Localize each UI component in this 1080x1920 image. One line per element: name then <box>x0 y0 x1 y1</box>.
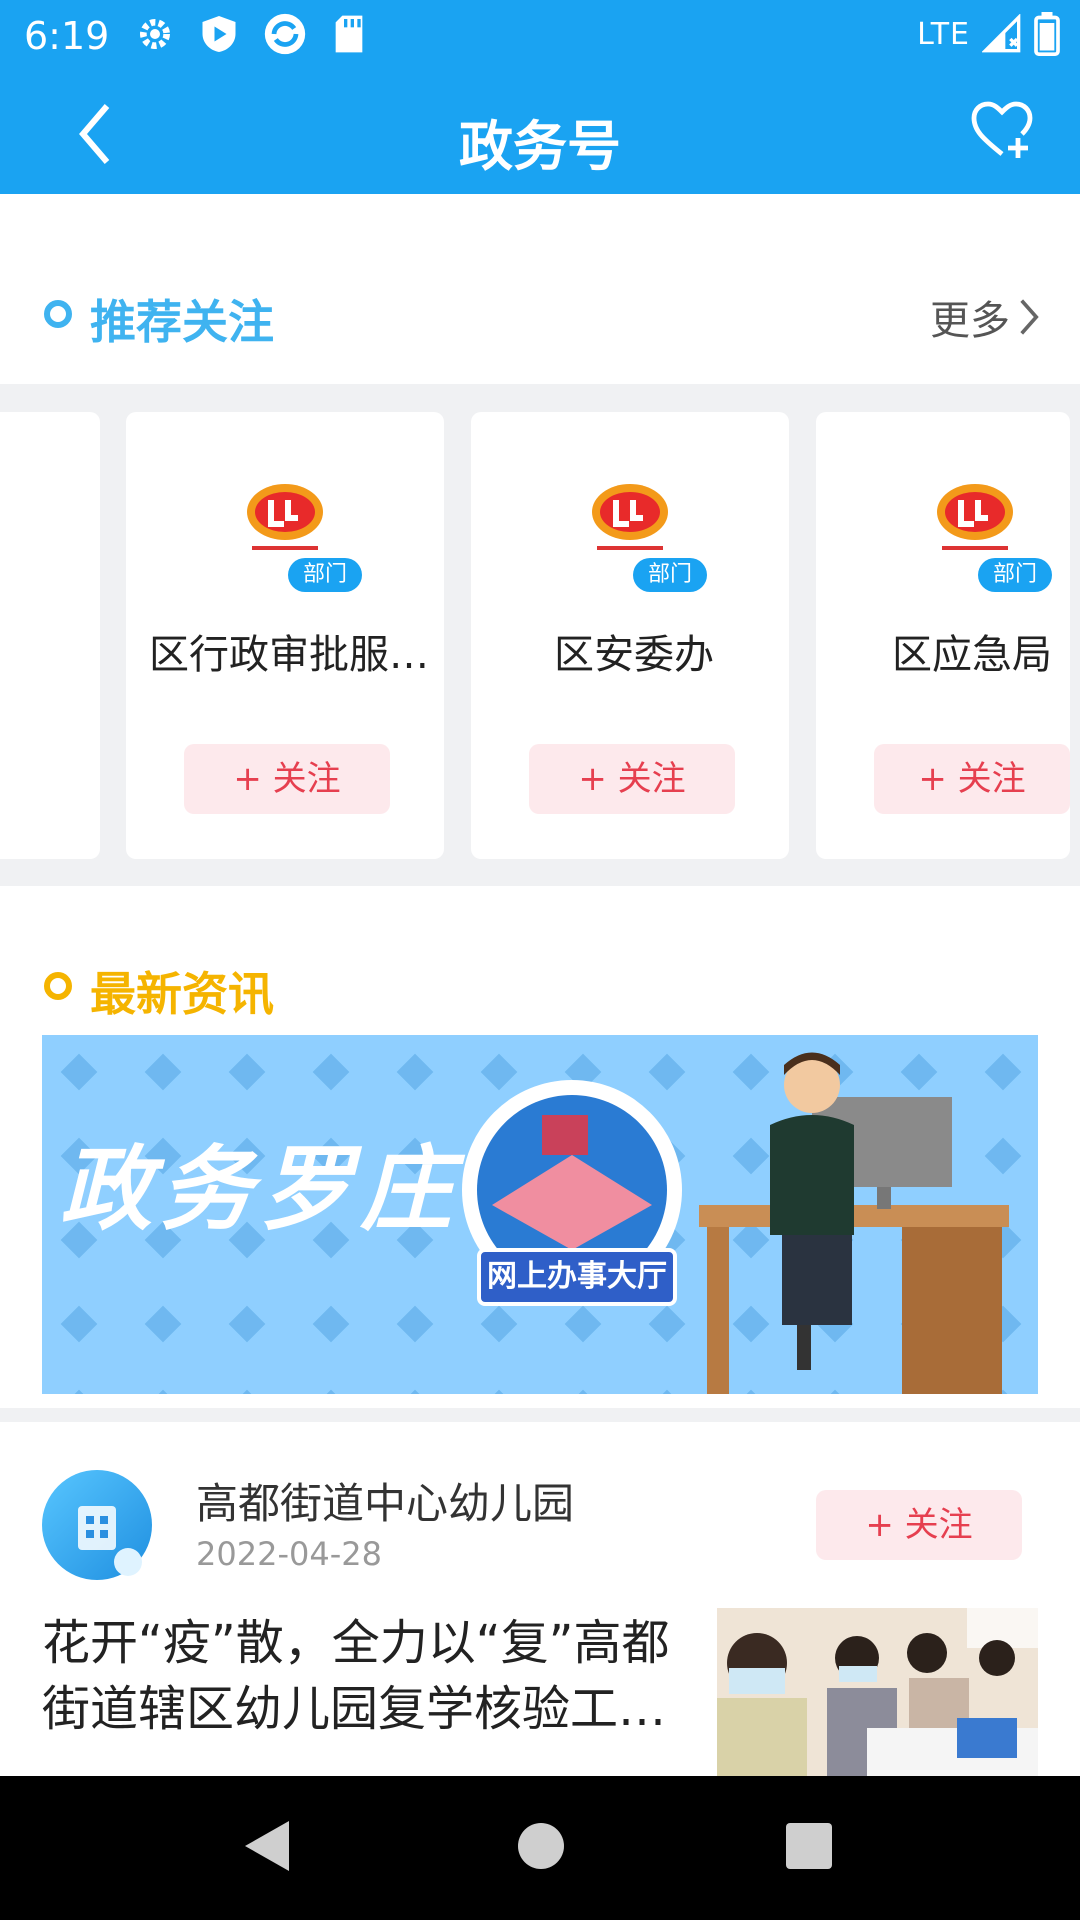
org-logo-icon <box>592 484 668 550</box>
favorite-button[interactable] <box>970 100 1040 170</box>
news-title[interactable]: 花开“疫”散，全力以“复”高都街道辖区幼儿园复学核验工… <box>42 1610 702 1742</box>
recommend-name: 区行政审批服… <box>149 632 429 678</box>
news-banner[interactable]: 政务罗庄 网上办事大厅 <box>42 1035 1038 1394</box>
follow-button[interactable]: + 关注 <box>874 744 1070 814</box>
network-label: LTE <box>917 16 970 52</box>
news-date: 2022-04-28 <box>196 1535 382 1573</box>
follow-button[interactable]: + 关注 <box>184 744 390 814</box>
heart-plus-icon <box>971 101 1033 158</box>
chevron-right-icon <box>1020 299 1039 335</box>
section-divider <box>0 1408 1080 1422</box>
recommend-name: 区应急局 <box>892 632 1052 678</box>
page-title: 政务号 <box>459 115 621 178</box>
latest-title: 最新资讯 <box>90 967 274 1021</box>
status-icons-right: LTE <box>917 12 1060 56</box>
status-icons-left <box>135 12 365 56</box>
recommend-card[interactable]: 部门 区行政审批服… + 关注 <box>126 412 444 859</box>
building-icon <box>78 1506 142 1576</box>
shield-play-icon <box>202 16 236 52</box>
system-nav-bar <box>0 1776 1080 1920</box>
banner-caption: 网上办事大厅 <box>487 1259 667 1294</box>
recommend-card[interactable]: 部门 区应急局 + 关注 <box>816 412 1070 859</box>
org-logo-icon <box>247 484 323 550</box>
signal-icon <box>982 14 1021 53</box>
recommend-section-head: 推荐关注 更多 <box>0 268 1080 358</box>
department-badge: 部门 <box>978 558 1052 592</box>
section-dot-icon <box>44 300 72 328</box>
recommend-title: 推荐关注 <box>90 295 274 349</box>
nav-recents-icon[interactable] <box>786 1823 832 1869</box>
app-header: 政务号 <box>0 74 1080 194</box>
news-photo <box>717 1608 1038 1776</box>
latest-section-head: 最新资讯 <box>0 940 1080 1030</box>
avatar[interactable] <box>42 1470 152 1580</box>
more-label: 更多 <box>930 298 1010 344</box>
status-bar: 6:19 LTE <box>0 0 1080 74</box>
section-dot-icon <box>44 972 72 1000</box>
sync-icon <box>264 13 306 55</box>
recommend-card[interactable]: 部门 区安委办 + 关注 <box>471 412 789 859</box>
news-thumbnail[interactable] <box>717 1608 1038 1776</box>
news-source: 高都街道中心幼儿园 <box>196 1479 575 1528</box>
recommend-carousel[interactable]: 部门 区行政审批服… + 关注 部门 区安委办 + 关注 部门 区应急局 + 关… <box>0 384 1080 886</box>
recommend-name: 区安委办 <box>554 632 714 678</box>
nav-back-icon[interactable] <box>245 1821 289 1871</box>
sd-card-icon <box>335 15 363 53</box>
recommend-card-partial[interactable] <box>0 412 100 859</box>
follow-button[interactable]: + 关注 <box>816 1490 1022 1560</box>
more-link[interactable]: 更多 <box>930 288 1040 346</box>
department-badge: 部门 <box>633 558 707 592</box>
banner-headline: 政务罗庄 <box>60 1136 461 1243</box>
follow-button[interactable]: + 关注 <box>529 744 735 814</box>
settings-icon <box>140 19 170 49</box>
battery-icon <box>1034 12 1060 56</box>
nav-home-icon[interactable] <box>518 1823 564 1869</box>
status-time: 6:19 <box>24 14 110 58</box>
org-logo-icon <box>937 484 1013 550</box>
department-badge: 部门 <box>288 558 362 592</box>
